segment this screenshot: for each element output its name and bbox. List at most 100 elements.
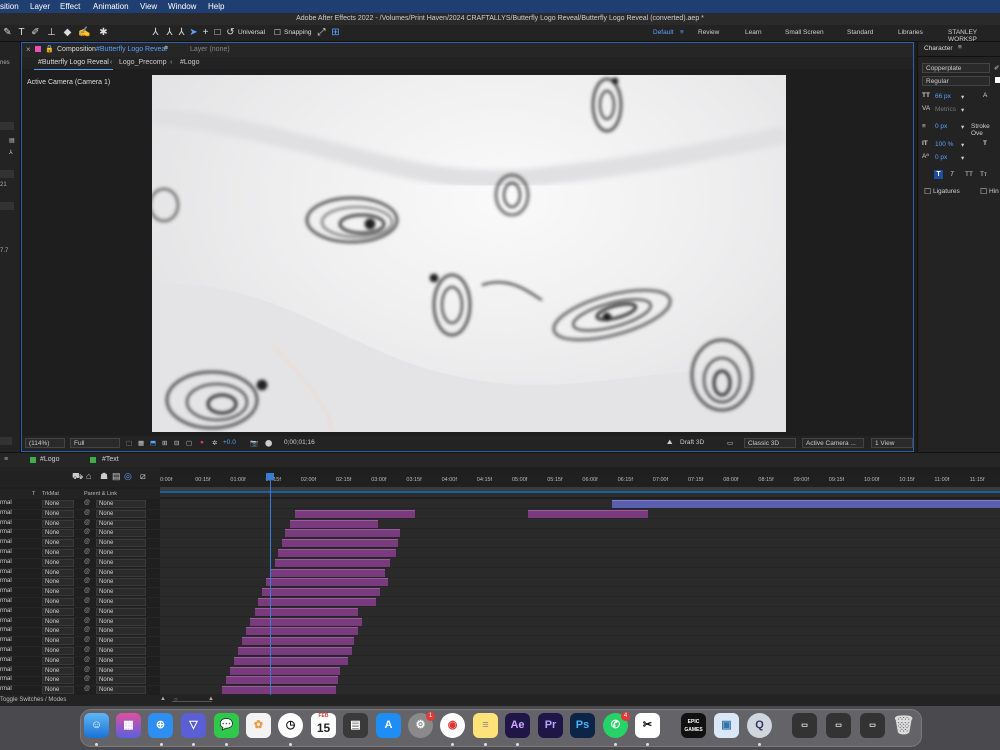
blend-mode-dropdown[interactable]: rmal: [0, 676, 12, 682]
blend-mode-dropdown[interactable]: rmal: [0, 500, 12, 506]
layer-duration-bar[interactable]: [234, 656, 348, 665]
layer-duration-bar[interactable]: [238, 647, 352, 655]
workspace-standard[interactable]: Standard: [847, 29, 873, 36]
parent-dropdown[interactable]: None: [96, 637, 146, 646]
parent-dropdown[interactable]: None: [96, 666, 146, 675]
recent-window-icon[interactable]: ▭: [826, 713, 851, 738]
strip-field[interactable]: [0, 170, 14, 178]
premiere-pro-icon[interactable]: Pr: [538, 713, 563, 738]
hand-tool-icon[interactable]: +: [200, 27, 211, 38]
epic-games-icon[interactable]: EPIC GAMES: [681, 713, 706, 738]
trkmat-dropdown[interactable]: None: [42, 519, 74, 528]
parent-dropdown[interactable]: None: [96, 509, 146, 518]
pick-whip-icon[interactable]: @: [84, 539, 90, 545]
type-tool-icon[interactable]: T: [16, 27, 27, 38]
menu-layer[interactable]: Layer: [30, 2, 50, 11]
all-caps-button[interactable]: TT: [965, 171, 973, 178]
parent-dropdown[interactable]: None: [96, 607, 146, 616]
draft-3d-label[interactable]: Draft 3D: [680, 439, 704, 446]
parent-dropdown[interactable]: None: [96, 617, 146, 626]
dropdown-arrow-icon[interactable]: ▾: [961, 106, 964, 114]
layer-duration-bar[interactable]: [250, 617, 362, 626]
trkmat-dropdown[interactable]: None: [42, 666, 74, 675]
snap-options-icon[interactable]: ⤢: [316, 27, 327, 38]
layer-duration-bar[interactable]: [222, 686, 336, 695]
dropdown-arrow-icon[interactable]: ▾: [961, 123, 964, 131]
messages-icon[interactable]: 💬: [214, 713, 239, 738]
layer-bars-area[interactable]: [160, 499, 1000, 695]
zoom-in-icon[interactable]: ▲: [208, 696, 214, 702]
roto-brush-icon[interactable]: ✍: [78, 27, 90, 38]
small-caps-button[interactable]: Tт: [980, 171, 987, 178]
after-effects-icon[interactable]: Ae: [505, 713, 530, 738]
workspace-review[interactable]: Review: [698, 29, 719, 36]
pen-tool-icon[interactable]: ✎: [2, 27, 13, 38]
workspace-small-screen[interactable]: Small Screen: [785, 29, 824, 36]
playhead-handle[interactable]: [266, 473, 274, 480]
frame-blending-icon[interactable]: ▤: [112, 471, 121, 482]
trkmat-dropdown[interactable]: None: [42, 509, 74, 518]
trkmat-dropdown[interactable]: None: [42, 637, 74, 646]
panel-menu-icon[interactable]: ≡: [958, 44, 962, 51]
parent-dropdown[interactable]: None: [96, 588, 146, 597]
snapshot-icon[interactable]: 📷: [250, 439, 258, 447]
trkmat-dropdown[interactable]: None: [42, 647, 74, 655]
blend-mode-dropdown[interactable]: rmal: [0, 598, 12, 604]
toggle-switches-modes[interactable]: Toggle Switches / Modes: [0, 697, 66, 703]
trkmat-dropdown[interactable]: None: [42, 598, 74, 606]
puppet-pin-icon[interactable]: ✱: [98, 27, 109, 38]
eyedropper-icon[interactable]: ✐: [994, 64, 999, 72]
strip-field[interactable]: [0, 202, 14, 210]
grid-icon[interactable]: ⊞: [162, 439, 167, 447]
dropdown-arrow-icon[interactable]: ▾: [961, 141, 964, 149]
breadcrumb-logo[interactable]: #Logo: [180, 59, 199, 66]
lock-icon[interactable]: 🔒: [45, 45, 54, 53]
blend-mode-dropdown[interactable]: rmal: [0, 569, 12, 575]
pick-whip-icon[interactable]: @: [84, 618, 90, 624]
exposure-icon[interactable]: ✲: [212, 439, 217, 447]
close-icon[interactable]: ×: [26, 45, 31, 54]
parent-dropdown[interactable]: None: [96, 686, 146, 695]
trkmat-dropdown[interactable]: None: [42, 686, 74, 695]
trkmat-dropdown[interactable]: None: [42, 568, 74, 577]
trash-icon[interactable]: 🗑: [891, 713, 916, 738]
strip-field[interactable]: [0, 122, 14, 130]
quicktime-icon[interactable]: Q: [747, 713, 772, 738]
trkmat-dropdown[interactable]: None: [42, 529, 74, 538]
faux-italic-button[interactable]: T: [950, 171, 954, 178]
axis-local-icon[interactable]: ⅄: [150, 27, 161, 38]
rotate-tool-icon[interactable]: ↺: [225, 27, 236, 38]
parent-dropdown[interactable]: None: [96, 558, 146, 567]
show-snapshot-icon[interactable]: ⬤: [265, 439, 272, 447]
extended-viewer-icon[interactable]: ▭: [727, 439, 733, 447]
stroke-type-dropdown[interactable]: Stroke Ove: [971, 123, 1000, 137]
hindi-digits-checkbox[interactable]: ☐: [980, 187, 987, 196]
view-layout-dropdown[interactable]: 1 View: [871, 438, 913, 448]
color-channel-icon[interactable]: ●: [200, 439, 204, 446]
trkmat-dropdown[interactable]: None: [42, 617, 74, 626]
workspace-libraries[interactable]: Libraries: [898, 29, 923, 36]
workspace-stanley[interactable]: STANLEY WORKSP: [948, 29, 1000, 43]
pick-whip-icon[interactable]: @: [84, 578, 90, 584]
blend-mode-dropdown[interactable]: rmal: [0, 618, 12, 624]
selection-tool-icon[interactable]: ➤: [188, 27, 199, 38]
recent-window-icon[interactable]: ▭: [792, 713, 817, 738]
pick-whip-icon[interactable]: @: [84, 637, 90, 643]
strip-field[interactable]: [0, 437, 12, 445]
blend-mode-dropdown[interactable]: rmal: [0, 667, 12, 673]
rectangle-tool-icon[interactable]: □: [212, 27, 223, 38]
layer-duration-bar[interactable]: [290, 519, 378, 528]
transparency-grid-icon[interactable]: ▦: [138, 439, 144, 447]
parent-dropdown[interactable]: None: [96, 676, 146, 685]
blend-mode-dropdown[interactable]: rmal: [0, 549, 12, 555]
tab-logo[interactable]: #Logo: [40, 456, 59, 463]
layer-duration-bar[interactable]: [282, 539, 398, 548]
parent-dropdown[interactable]: None: [96, 656, 146, 665]
calendar-icon[interactable]: FEB 15: [311, 713, 336, 738]
tab-text[interactable]: #Text: [102, 456, 119, 463]
blend-mode-dropdown[interactable]: rmal: [0, 559, 12, 565]
faux-bold-button[interactable]: T: [934, 170, 943, 179]
workspace-menu-icon[interactable]: ≡: [680, 29, 684, 36]
blend-mode-dropdown[interactable]: rmal: [0, 686, 12, 692]
photoshop-icon[interactable]: Ps: [570, 713, 595, 738]
